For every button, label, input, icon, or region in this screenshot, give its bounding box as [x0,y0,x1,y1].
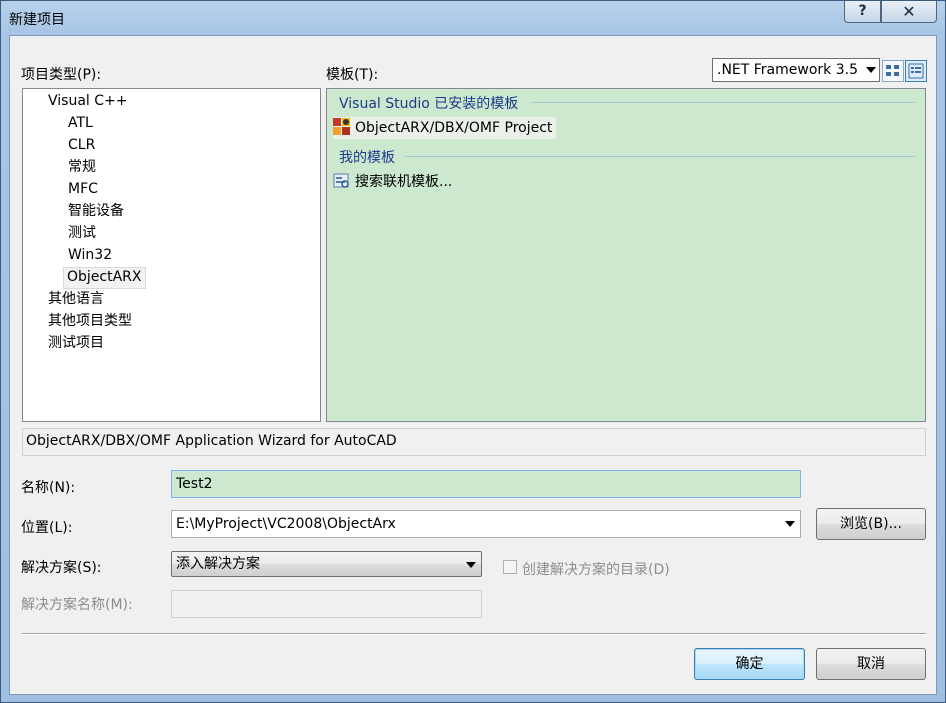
solution-value: 添入解决方案 [176,556,260,572]
location-value: E:\MyProject\VC2008\ObjectArx [176,516,396,532]
dialog-body: 项目类型(P): 模板(T): .NET Framework 3.5 Visua… [9,35,937,695]
template-search-online[interactable]: 搜索联机模板... [333,171,452,193]
tree-item-visual-cpp[interactable]: Visual C++ [45,91,130,111]
solution-name-field[interactable] [171,590,482,618]
tree-item-other-languages[interactable]: 其他语言 [45,289,107,309]
search-online-icon [333,173,349,188]
template-description: ObjectARX/DBX/OMF Application Wizard for… [22,428,926,456]
template-label: ObjectARX/DBX/OMF Project [355,120,553,136]
ok-button[interactable]: 确定 [694,648,805,680]
framework-select[interactable]: .NET Framework 3.5 [712,58,880,82]
separator [22,633,926,635]
templates-list[interactable]: Visual Studio 已安装的模板 ObjectARX/DBX/OMF P… [326,88,926,422]
tree-item-win32[interactable]: Win32 [65,245,115,265]
help-button[interactable]: ? [844,1,881,23]
arx-template-icon [333,118,350,135]
framework-select-value: .NET Framework 3.5 [717,62,858,78]
template-objectarx-project[interactable]: ObjectARX/DBX/OMF Project [333,117,557,139]
location-combo[interactable]: E:\MyProject\VC2008\ObjectArx [171,510,801,538]
tree-item-other-project-types[interactable]: 其他项目类型 [45,311,135,331]
group-divider [405,156,915,157]
template-label: 搜索联机模板... [355,174,453,190]
small-icons-view-button[interactable] [905,60,927,82]
solution-select[interactable]: 添入解决方案 [171,551,482,577]
project-types-tree[interactable]: Visual C++ ATL CLR 常规 MFC 智能设备 测试 Win32 … [22,88,321,422]
tree-item-atl[interactable]: ATL [65,113,96,133]
create-directory-checkbox[interactable] [503,560,517,574]
name-label: 名称(N): [21,480,76,496]
solution-label: 解决方案(S): [21,560,102,576]
large-icons-view-button[interactable] [882,60,904,82]
chevron-down-icon [866,67,876,73]
new-project-dialog: 新建项目 ? ✕ 项目类型(P): 模板(T): .NET Framework … [0,0,946,703]
create-directory-label: 创建解决方案的目录(D) [522,562,670,578]
cancel-button[interactable]: 取消 [816,648,926,680]
name-field[interactable]: Test2 [171,470,801,498]
my-templates-header: 我的模板 [339,150,395,166]
templates-label: 模板(T): [326,67,379,83]
tree-item-mfc[interactable]: MFC [65,179,101,199]
tree-item-test[interactable]: 测试 [65,223,99,243]
window-title: 新建项目 [9,12,65,28]
large-icons-icon [886,65,899,76]
tree-item-objectarx[interactable]: ObjectARX [63,267,146,289]
close-button[interactable]: ✕ [881,1,937,23]
tree-item-smart-device[interactable]: 智能设备 [65,201,127,221]
location-label: 位置(L): [21,520,73,536]
chevron-down-icon [466,562,476,568]
chevron-down-icon [785,521,795,527]
tree-item-general[interactable]: 常规 [65,157,99,177]
group-divider [531,102,915,103]
title-bar[interactable]: 新建项目 ? ✕ [1,1,945,35]
tree-item-test-projects[interactable]: 测试项目 [45,333,107,353]
browse-button[interactable]: 浏览(B)... [816,508,926,540]
project-types-label: 项目类型(P): [21,67,102,83]
small-icons-icon [908,63,924,79]
tree-item-clr[interactable]: CLR [65,135,98,155]
installed-templates-header: Visual Studio 已安装的模板 [339,96,519,112]
solution-name-label: 解决方案名称(M): [21,597,133,613]
